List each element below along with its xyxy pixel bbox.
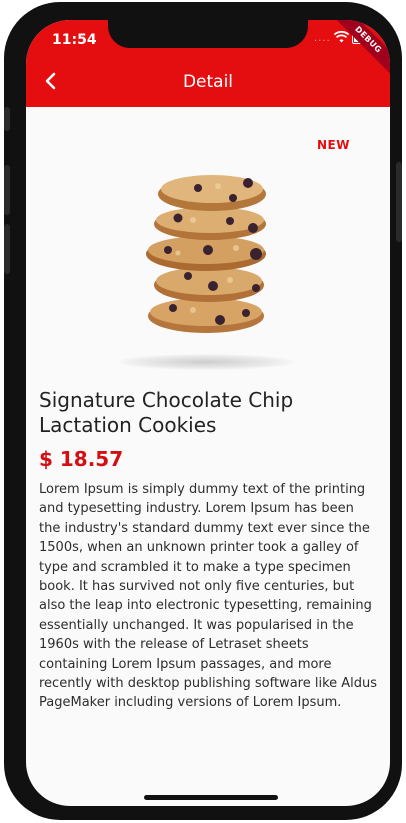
app-bar: 11:54 ···· DEBUG Detail <box>26 20 390 107</box>
phone-frame: 11:54 ···· DEBUG Detail NEW Signature Ch… <box>4 2 402 820</box>
wifi-icon <box>334 31 349 43</box>
product-description: Lorem Ipsum is simply dummy text of the … <box>39 482 378 711</box>
volume-up-button <box>4 165 10 215</box>
volume-down-button <box>4 224 10 274</box>
page-title: Detail <box>182 72 234 92</box>
signal-icon: ···· <box>314 36 331 47</box>
product-price: $ 18.57 <box>39 447 124 471</box>
screen: 11:54 ···· DEBUG Detail NEW Signature Ch… <box>26 20 390 806</box>
product-image <box>146 175 266 333</box>
notch <box>108 20 308 48</box>
image-shadow <box>118 354 294 370</box>
status-time: 11:54 <box>52 32 97 48</box>
power-button <box>396 162 402 242</box>
new-badge: NEW <box>317 138 350 152</box>
product-title: Signature Chocolate Chip Lactation Cooki… <box>39 388 294 437</box>
debug-banner: DEBUG <box>331 20 390 77</box>
home-indicator[interactable] <box>144 795 278 800</box>
mute-switch <box>4 107 10 131</box>
